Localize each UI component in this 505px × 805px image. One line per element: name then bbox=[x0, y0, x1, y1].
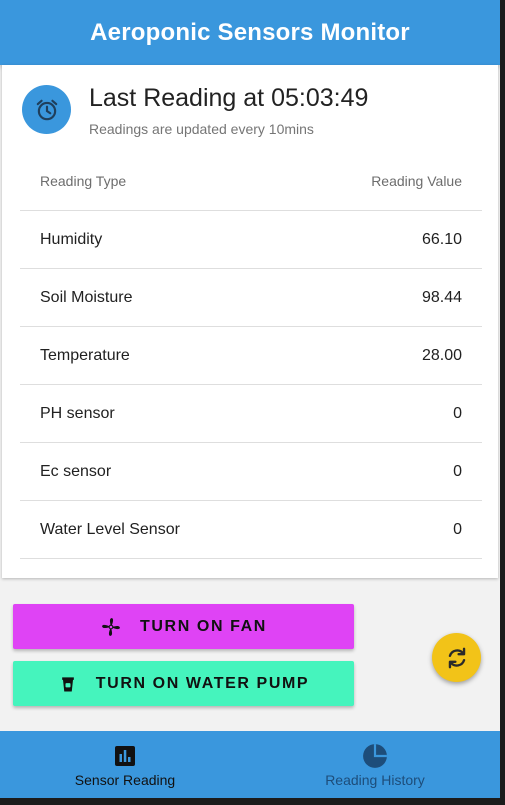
bottom-navigation: Sensor Reading Reading History bbox=[0, 731, 500, 798]
update-interval-text: Readings are updated every 10mins bbox=[89, 121, 314, 137]
nav-label: Reading History bbox=[325, 772, 425, 788]
app-title: Aeroponic Sensors Monitor bbox=[90, 18, 410, 46]
alarm-clock-icon bbox=[22, 85, 71, 134]
header-reading-value: Reading Value bbox=[371, 173, 462, 189]
bar-chart-icon bbox=[113, 743, 137, 769]
table-row: Temperature 28.00 bbox=[20, 327, 482, 385]
nav-sensor-reading[interactable]: Sensor Reading bbox=[0, 731, 250, 798]
row-reading-type: Water Level Sensor bbox=[40, 520, 180, 538]
row-reading-type: Ec sensor bbox=[40, 462, 112, 480]
table-row: PH sensor 0 bbox=[20, 385, 482, 443]
row-reading-type: PH sensor bbox=[40, 404, 115, 422]
row-reading-value: 0 bbox=[453, 520, 462, 538]
pump-button-label: TURN ON WATER PUMP bbox=[95, 674, 310, 692]
table-row: Soil Moisture 98.44 bbox=[20, 269, 482, 327]
row-reading-value: 28.00 bbox=[421, 346, 462, 364]
table-row: Ec sensor 0 bbox=[20, 443, 482, 501]
nav-label: Sensor Reading bbox=[74, 772, 176, 788]
turn-on-water-pump-button[interactable]: TURN ON WATER PUMP bbox=[13, 661, 354, 706]
last-reading-title: Last Reading at 05:03:49 bbox=[89, 84, 369, 112]
nav-reading-history[interactable]: Reading History bbox=[250, 731, 500, 798]
row-reading-type: Soil Moisture bbox=[40, 288, 133, 306]
fan-icon bbox=[100, 616, 122, 638]
app-screen: Aeroponic Sensors Monitor Last Reading a… bbox=[0, 0, 500, 798]
table-row: Water Level Sensor 0 bbox=[20, 501, 482, 559]
turn-on-fan-button[interactable]: TURN ON FAN bbox=[13, 604, 354, 649]
row-reading-value: 0 bbox=[453, 462, 462, 480]
table-header: Reading Type Reading Value bbox=[20, 152, 482, 211]
row-reading-value: 98.44 bbox=[421, 288, 462, 306]
refresh-icon bbox=[444, 645, 470, 671]
water-bucket-icon bbox=[58, 674, 78, 694]
row-reading-value: 0 bbox=[453, 404, 462, 422]
refresh-button[interactable] bbox=[432, 633, 481, 682]
readings-table: Reading Type Reading Value Humidity 66.1… bbox=[20, 152, 482, 559]
table-row: Humidity 66.10 bbox=[20, 211, 482, 269]
fan-button-label: TURN ON FAN bbox=[140, 617, 267, 635]
header-reading-type: Reading Type bbox=[40, 173, 127, 189]
app-bar: Aeroponic Sensors Monitor bbox=[0, 0, 500, 65]
pie-chart-icon bbox=[362, 743, 388, 769]
row-reading-type: Temperature bbox=[40, 346, 130, 364]
row-reading-type: Humidity bbox=[40, 230, 103, 248]
row-reading-value: 66.10 bbox=[421, 230, 462, 248]
sensor-reading-card: Last Reading at 05:03:49 Readings are up… bbox=[2, 65, 498, 578]
